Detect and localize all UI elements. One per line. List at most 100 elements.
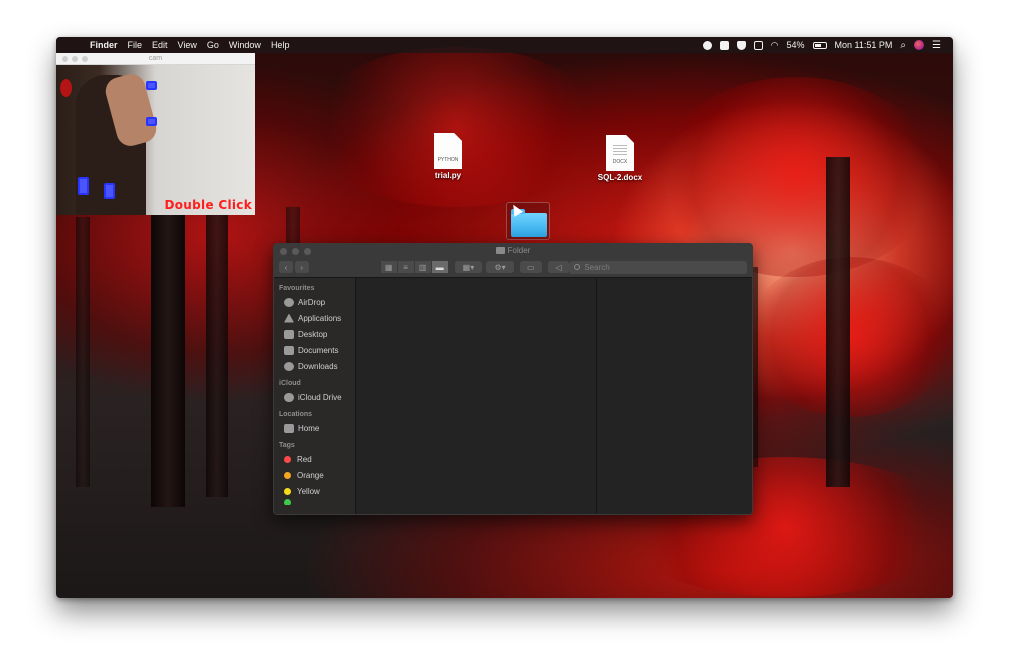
documents-icon [284, 345, 294, 355]
finder-column-1[interactable] [357, 278, 597, 514]
menu-go[interactable]: Go [207, 40, 219, 50]
battery-icon[interactable] [812, 41, 827, 49]
menu-view[interactable]: View [178, 40, 197, 50]
search-icon [574, 264, 581, 270]
column-view-button[interactable]: ▥ [414, 261, 431, 273]
list-view-button[interactable]: ≡ [397, 261, 414, 273]
screen-capture-icon[interactable] [719, 40, 729, 50]
notification-center-icon[interactable]: ☰ [932, 40, 941, 51]
sidebar-section-locations: Locations [279, 411, 313, 418]
gesture-label: Double Click [164, 198, 252, 212]
fingertip-marker [78, 177, 89, 195]
cam-titlebar[interactable]: cam [56, 53, 255, 65]
desktop-screen: Finder File Edit View Go Window Help ◠ 5… [56, 37, 953, 598]
sidebar-item-label: iCloud Drive [298, 392, 342, 402]
finder-toolbar-buttons: ‹ › ▦ ≡ ▥ ▬ ▦▾ ⚙▾ ▭ ◁ [279, 260, 747, 274]
sidebar-item-label: Applications [298, 313, 342, 323]
sidebar-item-icloud-drive[interactable]: iCloud Drive [274, 389, 355, 405]
back-button[interactable]: ‹ [279, 261, 293, 273]
sidebar-item-tag-red[interactable]: Red [274, 451, 355, 467]
search-input[interactable] [584, 262, 735, 272]
file-kind-label: PYTHON [437, 157, 459, 163]
cloud-icon [284, 392, 294, 402]
share-button[interactable]: ▭ [519, 261, 542, 273]
fingertip-marker [146, 117, 157, 126]
tag-yellow-dot-icon [284, 487, 291, 495]
wallpaper-trunk [151, 167, 185, 507]
sidebar-item-tag-green[interactable] [274, 499, 355, 505]
view-mode-group: ▦ ≡ ▥ ▬ [380, 261, 449, 273]
file-name-label: SQL-2.docx [597, 173, 643, 182]
sidebar-item-downloads[interactable]: Downloads [274, 358, 355, 374]
background-flower [60, 79, 72, 97]
tag-button[interactable]: ◁ [547, 261, 570, 273]
airdrop-icon [284, 297, 294, 307]
doc-lines [613, 145, 627, 157]
sidebar-item-applications[interactable]: Applications [274, 310, 355, 326]
clock[interactable]: Mon 11:51 PM [835, 40, 893, 50]
sidebar-item-label: Orange [297, 470, 324, 480]
sidebar-item-label: Red [297, 454, 312, 464]
applications-icon [284, 313, 294, 323]
finder-toolbar: Folder ‹ › ▦ ≡ ▥ ▬ ▦▾ ⚙▾ ▭ ◁ [274, 244, 752, 278]
menu-help[interactable]: Help [271, 40, 290, 50]
sidebar-section-tags: Tags [279, 442, 295, 449]
file-kind-label: DOCX [612, 159, 628, 165]
file-name-label: trial.py [434, 171, 462, 180]
wallpaper-foliage [306, 47, 606, 207]
menu-app-finder[interactable]: Finder [90, 40, 118, 50]
sidebar-item-desktop[interactable]: Desktop [274, 326, 355, 342]
group-by-button[interactable]: ▦▾ [454, 261, 483, 273]
folder-icon [511, 209, 547, 237]
sidebar-item-label: Home [298, 423, 320, 433]
finder-title-text: Folder [507, 246, 531, 255]
menu-window[interactable]: Window [229, 40, 261, 50]
sidebar-item-tag-yellow[interactable]: Yellow [274, 483, 355, 499]
sidebar-item-tag-orange[interactable]: Orange [274, 467, 355, 483]
search-field[interactable] [569, 260, 747, 274]
user-avatar-icon[interactable] [914, 40, 925, 50]
sidebar-item-documents[interactable]: Documents [274, 342, 355, 358]
fingertip-marker [146, 81, 157, 90]
cam-window-title: cam [148, 55, 163, 62]
tag-orange-dot-icon [284, 471, 291, 479]
sidebar-item-label: Yellow [297, 486, 320, 496]
fingertip-marker [104, 183, 115, 199]
wallpaper-trunk [76, 217, 90, 487]
battery-percent[interactable]: 54% [787, 40, 805, 50]
finder-title: Folder [274, 246, 752, 255]
action-gear-button[interactable]: ⚙▾ [486, 261, 514, 273]
sidebar-item-airdrop[interactable]: AirDrop [274, 294, 355, 310]
gallery-view-button[interactable]: ▬ [431, 261, 448, 273]
record-icon[interactable] [702, 40, 712, 50]
sidebar-item-label: Documents [298, 345, 339, 355]
downloads-icon [284, 361, 294, 371]
finder-sidebar: Favourites AirDrop Applications Desktop … [274, 278, 356, 514]
tag-red-dot-icon [284, 455, 291, 463]
sidebar-item-label: Downloads [298, 361, 338, 371]
wifi-icon[interactable]: ◠ [771, 40, 779, 51]
sidebar-item-home[interactable]: Home [274, 420, 355, 436]
icon-view-button[interactable]: ▦ [380, 261, 397, 273]
sidebar-section-favourites: Favourites [279, 285, 315, 292]
wallpaper-trunk [826, 157, 850, 487]
finder-column-2[interactable] [598, 278, 752, 514]
desktop-file-trial-py[interactable]: PYTHON trial.py [428, 133, 468, 180]
webcam-feed: Double Click [56, 65, 255, 215]
python-file-icon: PYTHON [434, 133, 462, 169]
tag-green-dot-icon [284, 499, 291, 505]
desktop-file-sql-docx[interactable]: DOCX SQL-2.docx [592, 135, 648, 182]
home-icon [284, 423, 294, 433]
wallpaper-trunk [206, 187, 228, 497]
airplay-icon[interactable] [753, 40, 763, 50]
docx-file-icon: DOCX [606, 135, 634, 171]
desktop-icon [284, 329, 294, 339]
menu-file[interactable]: File [128, 40, 143, 50]
menu-bar: Finder File Edit View Go Window Help ◠ 5… [56, 37, 953, 53]
spotlight-search-icon[interactable]: ⌕ [900, 40, 906, 51]
folder-icon [495, 247, 505, 254]
forward-button[interactable]: › [294, 261, 309, 273]
sidebar-item-label: Desktop [298, 329, 328, 339]
menu-edit[interactable]: Edit [152, 40, 168, 50]
vpn-shield-icon[interactable] [736, 40, 746, 50]
